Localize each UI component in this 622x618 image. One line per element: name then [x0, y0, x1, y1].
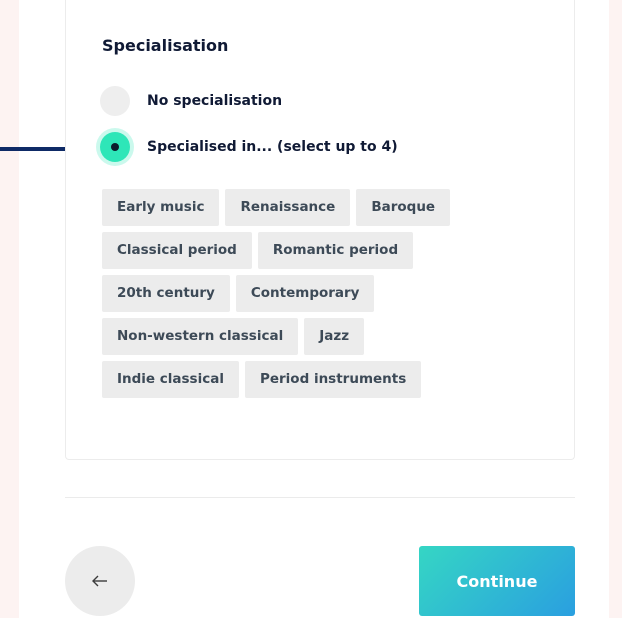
tag-jazz[interactable]: Jazz: [304, 318, 365, 355]
tag-row: Classical period Romantic period: [102, 232, 522, 269]
section-title: Specialisation: [102, 36, 229, 55]
tag-early-music[interactable]: Early music: [102, 189, 220, 226]
tag-row: Non-western classical Jazz: [102, 318, 522, 355]
option-label: No specialisation: [147, 93, 283, 109]
tag-baroque[interactable]: Baroque: [356, 189, 451, 226]
tag-renaissance[interactable]: Renaissance: [225, 189, 351, 226]
tag-romantic-period[interactable]: Romantic period: [257, 232, 414, 269]
tag-20th-century[interactable]: 20th century: [102, 275, 230, 312]
tag-contemporary[interactable]: Contemporary: [235, 275, 375, 312]
tag-period-instruments[interactable]: Period instruments: [244, 361, 422, 398]
tag-row: Early music Renaissance Baroque: [102, 189, 522, 226]
continue-button[interactable]: Continue: [419, 546, 575, 616]
option-label: Specialised in... (select up to 4): [147, 139, 398, 155]
radio-button-selected[interactable]: [100, 132, 130, 162]
tag-non-western-classical[interactable]: Non-western classical: [102, 318, 299, 355]
back-button[interactable]: [65, 546, 135, 616]
arrow-left-icon: [92, 575, 107, 587]
tag-classical-period[interactable]: Classical period: [102, 232, 252, 269]
option-no-specialisation[interactable]: No specialisation: [100, 86, 282, 116]
tag-row: Indie classical Period instruments: [102, 361, 522, 398]
tag-indie-classical[interactable]: Indie classical: [102, 361, 239, 398]
radio-button[interactable]: [100, 86, 130, 116]
specialisation-card: Specialisation No specialisation Special…: [65, 0, 575, 460]
specialisation-tags: Early music Renaissance Baroque Classica…: [102, 189, 522, 404]
divider: [65, 497, 575, 498]
tag-row: 20th century Contemporary: [102, 275, 522, 312]
option-specialised-in[interactable]: Specialised in... (select up to 4): [100, 132, 398, 162]
